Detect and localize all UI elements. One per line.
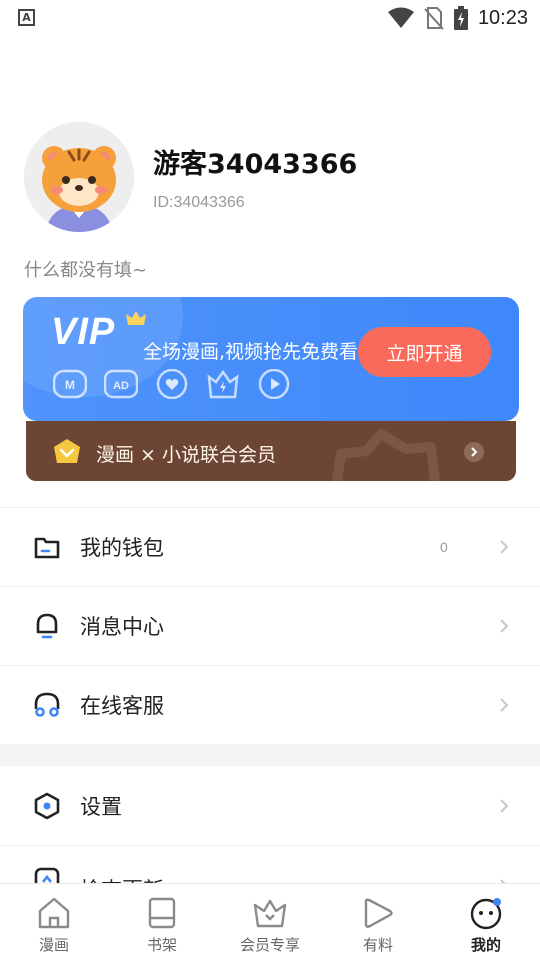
combo-membership-card[interactable]: 漫画 × 小说联合会员 <box>26 421 516 481</box>
bottom-tab-bar: 漫画 书架 会员专享 有料 我的 <box>0 883 540 961</box>
menu-label: 消息中心 <box>80 615 164 639</box>
chevron-right-icon <box>500 540 509 554</box>
svg-text:AD: AD <box>113 380 129 392</box>
status-bar: A 10:23 <box>0 0 540 36</box>
vip-benefit-icons: M AD <box>53 369 291 399</box>
status-time: 10:23 <box>477 6 528 29</box>
vip-card[interactable]: VIP 全场漫画,视频抢先免费看 M AD 立即开通 <box>23 297 519 421</box>
hexagon-settings-icon <box>34 792 60 819</box>
crown-icon <box>253 899 287 928</box>
tab-label: 会员专享 <box>239 936 300 954</box>
vip-open-button[interactable]: 立即开通 <box>358 327 491 377</box>
lightning-crown-icon <box>207 369 239 399</box>
menu-item-messages[interactable]: 消息中心 <box>0 586 540 665</box>
combo-bg-decoration <box>332 429 441 481</box>
tab-comics[interactable]: 漫画 <box>0 884 108 961</box>
bookshelf-icon <box>148 897 176 929</box>
vip-tagline: 全场漫画,视频抢先免费看 <box>143 341 359 363</box>
tab-label: 书架 <box>146 936 177 954</box>
notification-a-icon: A <box>18 9 35 26</box>
svg-text:M: M <box>65 378 75 392</box>
combo-membership-text: 漫画 × 小说联合会员 <box>96 444 276 466</box>
tab-label: 有料 <box>362 936 393 954</box>
play-leaf-icon <box>364 898 393 928</box>
chevron-right-icon <box>464 442 484 462</box>
vip-logo: VIP <box>51 311 116 353</box>
menu-label: 在线客服 <box>80 694 164 718</box>
menu-label: 设置 <box>80 794 122 819</box>
section-divider <box>0 744 540 766</box>
avatar[interactable] <box>24 122 134 232</box>
tab-youliao[interactable]: 有料 <box>324 884 432 961</box>
play-icon <box>258 369 290 399</box>
tab-vip-exclusive[interactable]: 会员专享 <box>216 884 324 961</box>
tab-bookshelf[interactable]: 书架 <box>108 884 216 961</box>
bell-icon <box>36 613 58 639</box>
tab-mine[interactable]: 我的 <box>432 884 540 961</box>
vip-crown-icon <box>126 311 146 325</box>
user-id: ID:34043366 <box>153 194 245 211</box>
battery-charging-icon <box>453 6 468 30</box>
user-bio[interactable]: 什么都没有填~ <box>24 256 147 282</box>
chevron-right-icon <box>500 698 509 712</box>
tab-label: 我的 <box>470 936 501 954</box>
headset-icon <box>34 692 60 717</box>
chevron-right-icon <box>500 619 509 633</box>
home-icon <box>38 897 70 929</box>
tiger-avatar-icon <box>24 122 134 232</box>
m-badge-icon: M <box>53 369 87 399</box>
menu-label: 我的钱包 <box>80 536 164 560</box>
menu-list: 我的钱包 0 消息中心 在线客服 <box>0 507 540 744</box>
tab-label: 漫画 <box>38 936 69 954</box>
heart-icon <box>156 369 188 399</box>
wallet-balance: 0 <box>440 539 448 555</box>
status-indicators: 10:23 <box>387 6 528 30</box>
combo-crown-icon <box>54 439 80 463</box>
chevron-right-icon <box>500 798 509 813</box>
ad-free-icon: AD <box>104 369 138 399</box>
username: 游客34043366 <box>153 149 358 180</box>
wifi-icon <box>387 7 414 28</box>
menu-item-wallet[interactable]: 我的钱包 0 <box>0 507 540 586</box>
menu-item-customer-service[interactable]: 在线客服 <box>0 665 540 744</box>
no-sim-icon <box>424 7 444 30</box>
menu-item-settings[interactable]: 设置 <box>0 766 540 845</box>
wallet-icon <box>34 537 60 559</box>
profile-face-icon <box>470 898 502 930</box>
